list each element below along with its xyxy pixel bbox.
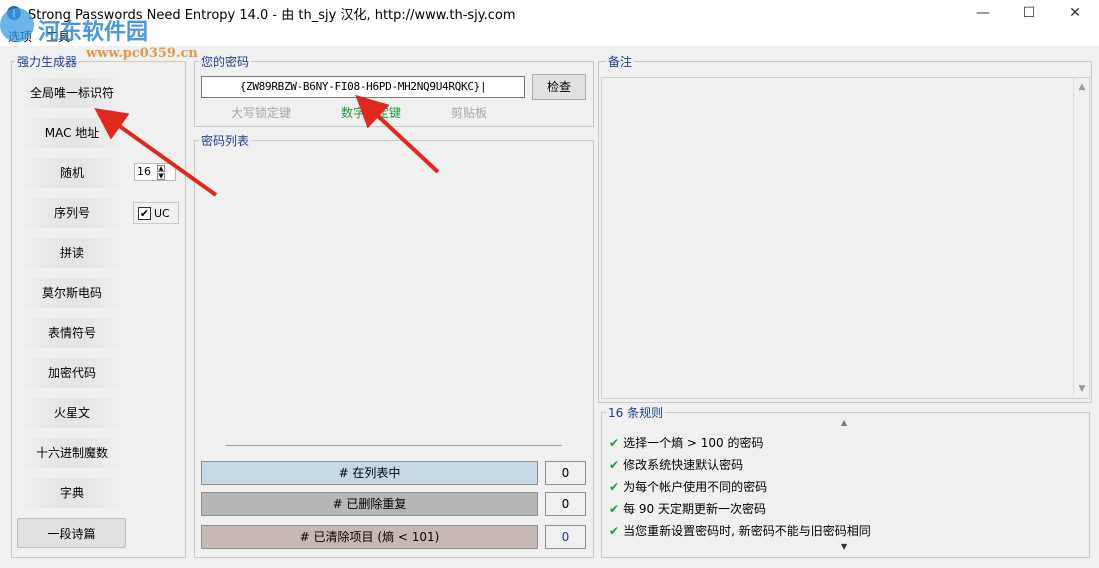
close-button[interactable]: ✕ — [1052, 0, 1098, 26]
rules-legend: 16 条规则 — [606, 404, 666, 421]
morse-code-button[interactable]: 莫尔斯电码 — [20, 278, 124, 308]
watermark-logo — [0, 8, 34, 42]
uc-option[interactable]: ✔ UC — [133, 202, 179, 224]
cleared-items-label: # 已清除项目 (熵 < 101) — [201, 525, 538, 549]
password-field[interactable]: {ZW89RBZW-B6NY-FI08-H6PD-MH2NQ9U4RQKC}| — [201, 76, 525, 98]
duplicates-removed-count: 0 — [545, 492, 586, 516]
rules-scroll-down-icon[interactable]: ▼ — [841, 542, 847, 551]
notes-scrollbar[interactable]: ▲ ▼ — [1073, 78, 1089, 398]
caps-lock-indicator: 大写锁定键 — [231, 106, 292, 120]
minimize-button[interactable]: — — [960, 0, 1006, 26]
checkmark-icon: ✔ — [609, 436, 620, 450]
length-spinner[interactable]: 16 ▲ ▼ — [134, 163, 176, 181]
password-list[interactable] — [196, 150, 592, 440]
rule-item: ✔ 修改系统快速默认密码 — [609, 458, 744, 472]
cleared-items-count: 0 — [545, 525, 586, 549]
mac-address-button[interactable]: MAC 地址 — [20, 118, 124, 148]
scroll-down-icon[interactable]: ▼ — [1074, 384, 1090, 394]
checkmark-icon: ✔ — [609, 502, 620, 516]
checkmark-icon: ✔ — [609, 524, 620, 538]
guid-button[interactable]: 全局唯一标识符 — [20, 78, 124, 108]
watermark-site-name: 河东软件园 — [38, 20, 149, 45]
list-divider — [226, 445, 562, 446]
scroll-up-icon[interactable]: ▲ — [1074, 82, 1090, 92]
clipboard-indicator: 剪贴板 — [451, 106, 488, 120]
serial-number-button[interactable]: 序列号 — [20, 198, 124, 228]
spin-down-icon[interactable]: ▼ — [157, 173, 165, 180]
uc-checkbox[interactable]: ✔ — [138, 207, 151, 220]
rule-item: ✔ 为每个帐户使用不同的密码 — [609, 480, 768, 494]
title-bar: Strong Passwords Need Entropy 14.0 - 由 t… — [0, 0, 1099, 26]
hex-magic-button[interactable]: 十六进制魔数 — [20, 438, 124, 468]
generator-legend: 强力生成器 — [15, 53, 80, 70]
poem-button[interactable]: 一段诗篇 — [17, 518, 126, 548]
rule-item: ✔ 选择一个熵 > 100 的密码 — [609, 436, 764, 450]
random-button[interactable]: 随机 — [20, 158, 124, 188]
password-list-legend: 密码列表 — [199, 132, 252, 149]
martian-text-button[interactable]: 火星文 — [20, 398, 124, 428]
uc-label: UC — [154, 207, 170, 220]
checkmark-icon: ✔ — [609, 480, 620, 494]
cipher-code-button[interactable]: 加密代码 — [20, 358, 124, 388]
dictionary-button[interactable]: 字典 — [20, 478, 124, 508]
rules-scroll-up-icon[interactable]: ▲ — [841, 418, 847, 427]
password-legend: 您的密码 — [199, 53, 252, 70]
check-button[interactable]: 检查 — [532, 74, 586, 100]
spin-up-icon[interactable]: ▲ — [157, 165, 165, 172]
num-lock-indicator: 数字锁定键 — [341, 106, 402, 120]
rule-item: ✔ 当您重新设置密码时, 新密码不能与旧密码相同 — [609, 524, 871, 538]
watermark-url: www.pc0359.cn — [86, 46, 198, 61]
rule-item: ✔ 每 90 天定期更新一次密码 — [609, 502, 766, 516]
menu-bar: 选项 工具 — [0, 26, 1099, 46]
checkmark-icon: ✔ — [609, 458, 620, 472]
in-list-label: # 在列表中 — [201, 461, 538, 485]
in-list-count: 0 — [545, 461, 586, 485]
phonetic-button[interactable]: 拼读 — [20, 238, 124, 268]
duplicates-removed-label: # 已删除重复 — [201, 492, 538, 516]
notes-textarea[interactable] — [601, 77, 1090, 399]
length-value: 16 — [137, 165, 151, 178]
notes-legend: 备注 — [606, 53, 635, 70]
maximize-button[interactable]: ☐ — [1006, 0, 1052, 26]
emoji-button[interactable]: 表情符号 — [20, 318, 124, 348]
